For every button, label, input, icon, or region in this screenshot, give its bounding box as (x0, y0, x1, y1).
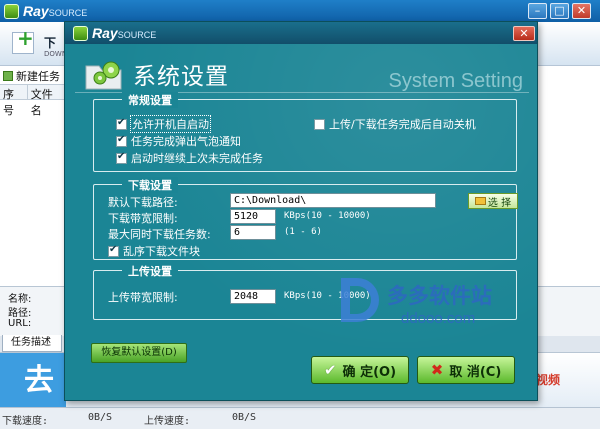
new-task-button[interactable]: 新建任务 (3, 68, 60, 84)
dialog-logo-badge-icon (73, 25, 88, 41)
main-titlebar: RaySOURCE – □ ✕ (0, 0, 600, 22)
browse-label: 选 择 (487, 197, 512, 209)
download-bandwidth-hint: KBps(10 - 10000) (284, 211, 371, 221)
minimize-button[interactable]: – (528, 3, 547, 19)
task-list-right (534, 66, 600, 286)
cancel-label: 取 消(C) (449, 364, 502, 380)
logo-badge-icon (4, 3, 19, 19)
dialog-titlebar[interactable]: RaySOURCE ✕ (65, 22, 537, 44)
autostart-check-icon (116, 117, 127, 130)
autostart-label: 允许开机自启动 (130, 115, 211, 133)
checkmark-icon: ✔ (323, 361, 337, 379)
task-list-panel: 新建任务 序号 文件名 (0, 66, 66, 286)
download-settings-group: 下载设置 默认下载路径: C:\Download\ 选 择 下载带宽限制: 51… (93, 177, 518, 260)
auto-shutdown-label: 上传/下载任务完成后自动关机 (329, 118, 476, 131)
info-url-label: URL: (8, 318, 32, 329)
dialog-logo-text: Ray (92, 25, 118, 41)
upload-speed-label: 上传速度: (144, 416, 191, 427)
random-blocks-check-icon (108, 244, 119, 257)
notify-label: 任务完成弹出气泡通知 (131, 135, 241, 148)
toolbar-download-label: 下 (44, 36, 57, 50)
cancel-button[interactable]: ✖ 取 消(C) (417, 356, 515, 384)
banner-left-text: 去 (0, 353, 66, 408)
resume-checkbox[interactable]: 启动时继续上次未完成任务 (116, 150, 263, 166)
app-logo: RaySOURCE (4, 3, 87, 19)
info-name-label: 名称: (8, 294, 32, 305)
general-settings-group: 常规设置 允许开机自启动 任务完成弹出气泡通知 启动时继续上次未完成任务 上传/… (93, 92, 517, 172)
upload-settings-title: 上传设置 (122, 263, 178, 279)
max-tasks-label: 最大同时下载任务数: (108, 228, 211, 241)
max-tasks-hint: (1 - 6) (284, 227, 322, 237)
upload-bandwidth-input[interactable]: 2048 (230, 289, 276, 304)
download-bandwidth-input[interactable]: 5120 (230, 209, 276, 224)
logo-text: Ray (23, 3, 49, 19)
ok-label: 确 定(O) (342, 364, 397, 380)
banner-right-text: 视频 (536, 373, 561, 387)
site-watermark: 多多软件站 ddooo.com (341, 272, 531, 332)
dialog-logo: RaySOURCE (73, 25, 156, 41)
column-header-index[interactable]: 序号 (0, 85, 28, 117)
random-blocks-label: 乱序下载文件块 (123, 245, 200, 258)
notify-check-icon (116, 134, 127, 147)
download-path-input[interactable]: C:\Download\ (230, 193, 436, 208)
auto-shutdown-check-icon (314, 118, 325, 130)
info-path-label: 路径: (8, 308, 32, 319)
upload-bandwidth-label: 上传带宽限制: (108, 291, 178, 304)
tab-task-description[interactable]: 任务描述 (2, 335, 62, 352)
browse-button[interactable]: 选 择 (468, 193, 518, 209)
download-speed-value: 0B/S (88, 412, 113, 423)
watermark-cn: 多多软件站 (387, 284, 492, 308)
toolbar-download-button[interactable]: 下 DOWN (8, 24, 67, 64)
dialog-title: 系统设置 (133, 64, 229, 90)
logo-sub: SOURCE (48, 8, 88, 18)
settings-folder-icon (85, 61, 122, 90)
column-header-file[interactable]: 文件名 (28, 85, 66, 117)
download-bandwidth-label: 下载带宽限制: (108, 212, 178, 225)
statusbar: 下载速度: 0B/S 上传速度: 0B/S (0, 407, 600, 429)
dialog-logo-sub: SOURCE (117, 30, 157, 40)
random-blocks-checkbox[interactable]: 乱序下载文件块 (108, 243, 200, 259)
restore-defaults-button[interactable]: 恢复默认设置(D) (91, 343, 187, 363)
notify-checkbox[interactable]: 任务完成弹出气泡通知 (116, 133, 241, 149)
upload-speed-value: 0B/S (232, 412, 257, 423)
task-list-header: 序号 文件名 (0, 84, 66, 117)
dialog-subtitle: System Setting (388, 70, 523, 92)
add-file-icon (12, 26, 34, 54)
resume-label: 启动时继续上次未完成任务 (131, 152, 263, 165)
cross-icon: ✖ (430, 361, 444, 379)
system-settings-dialog: RaySOURCE ✕ 系统设置 System Setting 常规设置 允许开… (64, 21, 538, 401)
watermark-logo-icon (341, 278, 379, 322)
watermark-en: ddooo.com (401, 310, 476, 327)
download-settings-title: 下载设置 (122, 177, 178, 193)
download-speed-label: 下载速度: (2, 416, 49, 427)
close-button[interactable]: ✕ (572, 3, 591, 19)
max-tasks-input[interactable]: 6 (230, 225, 276, 240)
new-task-icon (3, 71, 13, 81)
ok-button[interactable]: ✔ 确 定(O) (311, 356, 409, 384)
autostart-checkbox[interactable]: 允许开机自启动 (116, 115, 211, 133)
dialog-close-button[interactable]: ✕ (513, 26, 535, 41)
maximize-button[interactable]: □ (550, 3, 569, 19)
download-path-label: 默认下载路径: (108, 196, 178, 209)
general-settings-title: 常规设置 (122, 92, 178, 108)
folder-icon (474, 197, 486, 205)
new-task-label: 新建任务 (16, 70, 60, 83)
resume-check-icon (116, 151, 127, 164)
auto-shutdown-checkbox[interactable]: 上传/下载任务完成后自动关机 (314, 116, 476, 132)
